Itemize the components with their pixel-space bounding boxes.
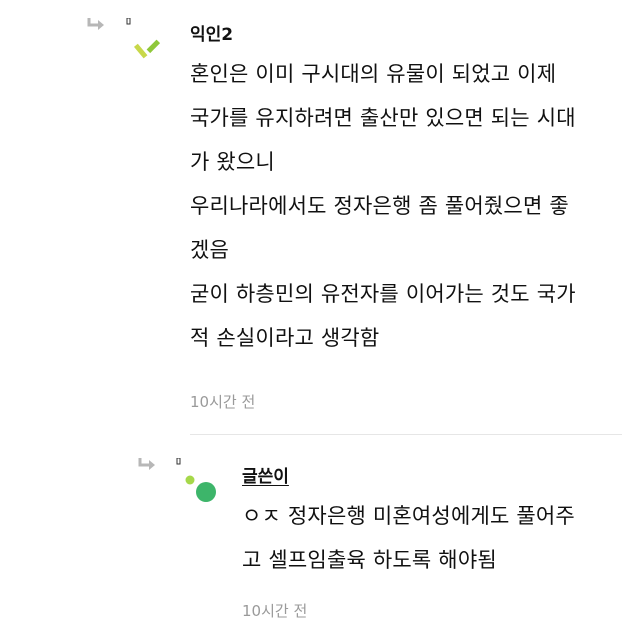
comment-body: 혼인은 이미 구시대의 유물이 되었고 이제 국가를 유지하려면 출산만 있으면… <box>190 62 576 370</box>
reply-body: ㅇㅈ 정자은행 미혼여성에게도 풀어주 고 셀프임출육 하도록 해야됨 <box>242 504 575 592</box>
avatar[interactable] <box>174 457 224 506</box>
reply-arrow-icon <box>137 456 159 476</box>
reply-timestamp: 10시간 전 <box>242 602 308 620</box>
avatar[interactable] <box>120 17 170 64</box>
comment-line: 국가를 유지하려면 출산만 있으면 되는 시대 <box>190 106 576 130</box>
comment-timestamp: 10시간 전 <box>190 393 256 411</box>
comment-line: 가 왔으니 <box>190 150 275 174</box>
reply-arrow-icon <box>86 16 108 36</box>
comment-line: 혼인은 이미 구시대의 유물이 되었고 이제 <box>190 62 557 86</box>
reply-nickname[interactable]: 글쓴이 <box>242 462 289 487</box>
comment-line: 우리나라에서도 정자은행 좀 풀어줬으면 좋 <box>190 194 569 218</box>
divider <box>190 434 622 435</box>
comment-line: 굳이 하층민의 유전자를 이어가는 것도 국가 <box>190 282 576 306</box>
reply-line: 고 셀프임출육 하도록 해야됨 <box>242 548 497 572</box>
comment-line: 겠음 <box>190 238 230 262</box>
comment-nickname[interactable]: 익인2 <box>190 20 233 45</box>
comment-line: 적 손실이라고 생각함 <box>190 326 380 350</box>
reply-line: ㅇㅈ 정자은행 미혼여성에게도 풀어주 <box>242 504 575 528</box>
